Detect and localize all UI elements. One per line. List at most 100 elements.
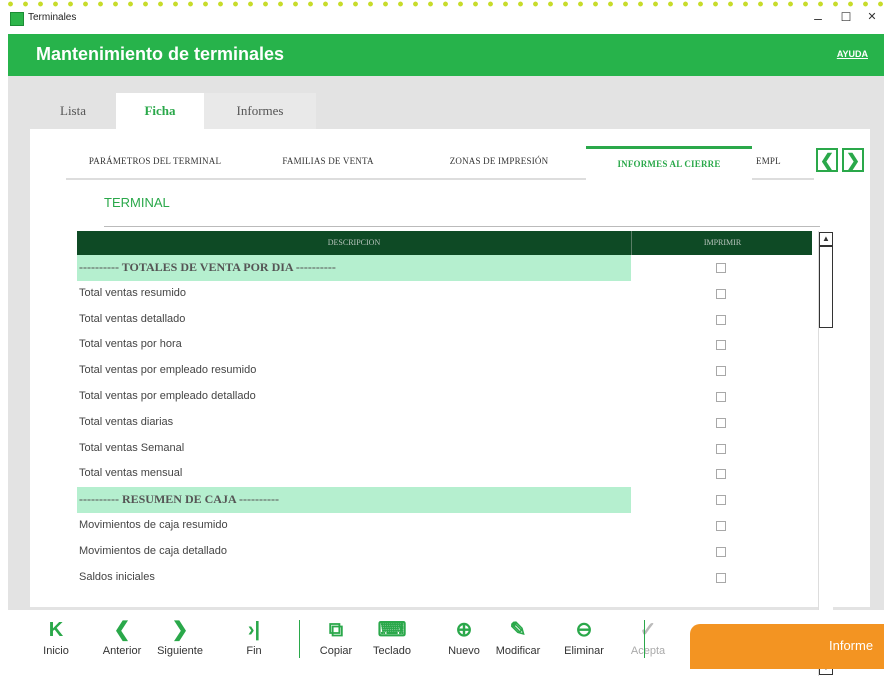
subtab-zonas-impresion[interactable]: ZONAS DE IMPRESIÓN [412, 146, 586, 180]
toolbar-button-label: Acepta [630, 645, 666, 657]
toolbar-button-siguiente[interactable]: ❯ Siguiente [152, 618, 208, 666]
imprimir-checkbox[interactable] [716, 340, 726, 351]
toolbar-button-inicio[interactable]: K Inicio [28, 618, 84, 666]
imprimir-checkbox[interactable] [716, 495, 726, 506]
toolbar-button-label: Nuevo [448, 645, 480, 657]
page-title: Mantenimiento de terminales [36, 44, 285, 64]
subtab-familias-venta[interactable]: FAMILIAS DE VENTA [244, 146, 412, 180]
terminal-section-label: TERMINAL [104, 195, 170, 210]
help-link[interactable]: AYUDA [837, 49, 868, 59]
toolbar-button-label: Anterior [102, 645, 142, 657]
toolbar-button-label: Siguiente [157, 645, 203, 657]
toolbar-button-teclado[interactable]: ⌨ Teclado [364, 618, 420, 666]
grid-row[interactable]: Total ventas resumido [77, 281, 812, 307]
app-icon [10, 12, 24, 26]
subtab-informes-cierre[interactable]: INFORMES AL CIERRE [586, 146, 752, 181]
grid-row[interactable]: Movimientos de caja detallado [77, 539, 812, 565]
imprimir-checkbox[interactable] [716, 443, 726, 454]
grid-body: ---------- TOTALES DE VENTA POR DIA ----… [77, 255, 812, 590]
subtab-next-arrow-icon[interactable]: ❯ [842, 148, 864, 172]
grid-row[interactable]: Total ventas Semanal [77, 436, 812, 462]
column-header-descripcion[interactable]: DESCRIPCION [77, 231, 631, 255]
row-description: Total ventas Semanal [79, 441, 185, 454]
toolbar-button-nuevo[interactable]: ⊕ Nuevo [436, 618, 492, 666]
first-icon: K [48, 619, 64, 641]
grid-section-row[interactable]: ---------- TOTALES DE VENTA POR DIA ----… [77, 255, 812, 281]
grid-row[interactable]: Total ventas por empleado resumido [77, 358, 812, 384]
grid-row[interactable]: Movimientos de caja resumido [77, 513, 812, 539]
minimize-icon[interactable]: – [808, 10, 828, 26]
row-description: Total ventas resumido [79, 286, 186, 299]
row-description: Total ventas por empleado detallado [79, 389, 256, 402]
imprimir-checkbox[interactable] [716, 366, 726, 377]
row-description: Total ventas por empleado resumido [79, 364, 257, 377]
toolbar-button-label: Fin [246, 645, 262, 657]
toolbar-button-label: Modificar [495, 645, 541, 657]
column-header-imprimir[interactable]: IMPRIMIR [631, 231, 813, 255]
grid-row[interactable]: Total ventas detallado [77, 307, 812, 333]
grid-row[interactable]: Total ventas por hora [77, 332, 812, 358]
section-divider [104, 226, 820, 227]
reports-grid: DESCRIPCION IMPRIMIR ---------- TOTALES … [77, 231, 812, 590]
pencil-icon: ✎ [509, 619, 527, 641]
check-circle-icon: ✓ [639, 619, 657, 641]
imprimir-checkbox[interactable] [716, 546, 726, 557]
content-area: Lista Ficha Informes PARÁMETROS DEL TERM… [8, 76, 884, 676]
subtab-parametros-terminal[interactable]: PARÁMETROS DEL TERMINAL [66, 146, 244, 180]
tab-lista[interactable]: Lista [30, 93, 116, 129]
toolbar-button-label: Eliminar [564, 645, 604, 657]
informe-banner[interactable]: Informe [690, 624, 884, 669]
subtab-prev-arrow-icon[interactable]: ❮ [816, 148, 838, 172]
imprimir-checkbox[interactable] [716, 263, 726, 273]
grid-row[interactable]: Saldos iniciales [77, 565, 812, 591]
imprimir-checkbox[interactable] [716, 469, 726, 480]
decorative-dot-strip [0, 0, 884, 8]
row-description: Movimientos de caja resumido [79, 518, 228, 531]
row-description: ---------- RESUMEN DE CAJA ---------- [77, 487, 631, 513]
toolbar-button-label: Copiar [319, 645, 353, 657]
next-icon: ❯ [171, 619, 189, 641]
scroll-up-icon[interactable]: ▲ [819, 232, 833, 246]
informe-banner-label: Informe [829, 638, 874, 653]
last-icon: ›| [247, 619, 261, 641]
keyboard-icon: ⌨ [377, 619, 407, 641]
subtab-empleados[interactable]: EMPL [752, 146, 814, 180]
scroll-thumb[interactable] [819, 246, 833, 328]
imprimir-checkbox[interactable] [716, 314, 726, 325]
close-icon[interactable]: ✕ [862, 10, 882, 23]
imprimir-checkbox[interactable] [716, 572, 726, 583]
toolbar-button-copiar[interactable]: ⧉ Copiar [308, 618, 364, 666]
imprimir-checkbox[interactable] [716, 391, 726, 402]
minus-circle-icon: ⊖ [575, 619, 593, 641]
row-description: Saldos iniciales [79, 570, 155, 583]
toolbar-button-label: Teclado [373, 645, 411, 657]
toolbar-separator [644, 620, 645, 658]
row-description: Movimientos de caja detallado [79, 544, 227, 557]
row-description: Total ventas diarias [79, 415, 174, 428]
grid-header: DESCRIPCION IMPRIMIR [77, 231, 812, 255]
grid-row[interactable]: Total ventas mensual [77, 461, 812, 487]
toolbar-button-anterior[interactable]: ❮ Anterior [94, 618, 150, 666]
toolbar-button-label: Inicio [43, 645, 69, 657]
imprimir-checkbox[interactable] [716, 520, 726, 531]
toolbar-button-modificar[interactable]: ✎ Modificar [490, 618, 546, 666]
row-description: Total ventas mensual [79, 467, 183, 480]
grid-row[interactable]: Total ventas diarias [77, 410, 812, 436]
row-description: Total ventas detallado [79, 312, 186, 325]
tab-ficha[interactable]: Ficha [116, 93, 204, 129]
imprimir-checkbox[interactable] [716, 288, 726, 299]
row-description: Total ventas por hora [79, 338, 182, 351]
app-header: Mantenimiento de terminales AYUDA [8, 34, 884, 76]
toolbar-button-fin[interactable]: ›| Fin [226, 618, 282, 666]
grid-section-row[interactable]: ---------- RESUMEN DE CAJA ---------- [77, 487, 812, 513]
grid-row[interactable]: Total ventas por empleado detallado [77, 384, 812, 410]
toolbar-button-acepta[interactable]: ✓ Acepta [620, 618, 676, 666]
row-description: ---------- TOTALES DE VENTA POR DIA ----… [77, 255, 631, 281]
maximize-icon[interactable]: ☐ [836, 10, 856, 24]
copy-icon: ⧉ [328, 619, 344, 641]
window-title: Terminales [28, 12, 77, 23]
toolbar-button-eliminar[interactable]: ⊖ Eliminar [556, 618, 612, 666]
plus-circle-icon: ⊕ [455, 619, 473, 641]
tab-informes[interactable]: Informes [204, 93, 316, 129]
imprimir-checkbox[interactable] [716, 417, 726, 428]
